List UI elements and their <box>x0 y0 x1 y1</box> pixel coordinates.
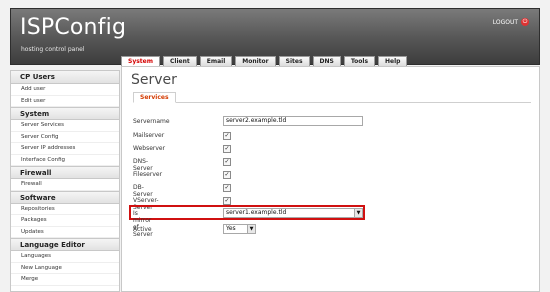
mailserver-checkbox[interactable]: ✓ <box>223 132 231 140</box>
dnsserver-checkbox[interactable]: ✓ <box>223 158 231 166</box>
dbserver-checkbox[interactable]: ✓ <box>223 184 231 192</box>
sidebar-item-merge[interactable]: Merge <box>11 274 119 286</box>
active-select[interactable]: Yes ▼ <box>223 224 256 234</box>
sidebar-section-software: Software <box>11 190 119 204</box>
logout-button[interactable]: LOGOUT ⏻ <box>493 18 529 26</box>
servername-label: Servername <box>133 118 170 125</box>
sidebar-section-language-editor: Language Editor <box>11 238 119 251</box>
sidebar-item-packages[interactable]: Packages <box>11 215 119 227</box>
app-tagline: hosting control panel <box>21 46 85 53</box>
power-icon: ⏻ <box>521 18 529 26</box>
sidebar-section-cp-users: CP Users <box>11 71 119 84</box>
mailserver-label: Mailserver <box>133 132 165 139</box>
sidebar-item-add-user[interactable]: Add user <box>11 84 119 96</box>
sidebar-item-server-services[interactable]: Server Services <box>11 120 119 132</box>
active-select-value: Yes <box>226 225 236 232</box>
chevron-down-icon: ▼ <box>354 209 362 217</box>
page-title: Server <box>131 72 177 88</box>
sidebar-item-new-language[interactable]: New Language <box>11 263 119 274</box>
tab-tools[interactable]: Tools <box>343 56 376 66</box>
app-frame: ISPConfig hosting control panel LOGOUT ⏻… <box>0 0 550 292</box>
fileserver-label: Fileserver <box>133 171 163 178</box>
tab-system[interactable]: System <box>121 56 160 66</box>
chevron-down-icon: ▼ <box>247 225 255 233</box>
tab-sites[interactable]: Sites <box>278 56 310 66</box>
sidebar: CP Users Add user Edit user System Serve… <box>10 70 120 292</box>
sidebar-item-server-config[interactable]: Server Config <box>11 132 119 143</box>
dbserver-label: DB-Server <box>133 184 153 198</box>
logout-label: LOGOUT <box>492 18 518 26</box>
mirror-select-value: server1.example.tld <box>226 209 287 216</box>
sidebar-item-languages[interactable]: Languages <box>11 251 119 263</box>
main-panel: Server Services Servername server2.examp… <box>121 66 540 292</box>
sidebar-section-firewall: Firewall <box>11 166 119 179</box>
sidebar-item-repositories[interactable]: Repositories <box>11 204 119 215</box>
tab-email[interactable]: Email <box>199 56 233 66</box>
mirror-label: Is mirror of Server <box>133 210 153 238</box>
tab-dns[interactable]: DNS <box>312 56 341 66</box>
sidebar-item-edit-user[interactable]: Edit user <box>11 96 119 107</box>
main-nav-tabs: System Client Email Monitor Sites DNS To… <box>121 56 408 66</box>
tab-help[interactable]: Help <box>378 56 408 66</box>
servername-input[interactable]: server2.example.tld <box>223 116 363 126</box>
app-logo: ISPConfig <box>20 15 127 40</box>
fileserver-checkbox[interactable]: ✓ <box>223 171 231 179</box>
sidebar-item-interface-config[interactable]: Interface Config <box>11 155 119 166</box>
vserver-checkbox[interactable]: ✓ <box>223 197 231 205</box>
webserver-checkbox[interactable]: ✓ <box>223 145 231 153</box>
tab-client[interactable]: Client <box>163 56 197 66</box>
sidebar-item-updates[interactable]: Updates <box>11 227 119 238</box>
tab-monitor[interactable]: Monitor <box>235 56 276 66</box>
sidebar-item-server-ip-addresses[interactable]: Server IP addresses <box>11 143 119 155</box>
active-label: Active <box>133 226 152 233</box>
sidebar-item-firewall[interactable]: Firewall <box>11 179 119 191</box>
dnsserver-label: DNS-Server <box>133 158 153 172</box>
webserver-label: Webserver <box>133 145 166 152</box>
sub-tab-bar: Services <box>133 91 531 103</box>
sidebar-section-system: System <box>11 107 119 120</box>
subtab-services[interactable]: Services <box>133 92 176 103</box>
mirror-select[interactable]: server1.example.tld ▼ <box>223 208 363 218</box>
